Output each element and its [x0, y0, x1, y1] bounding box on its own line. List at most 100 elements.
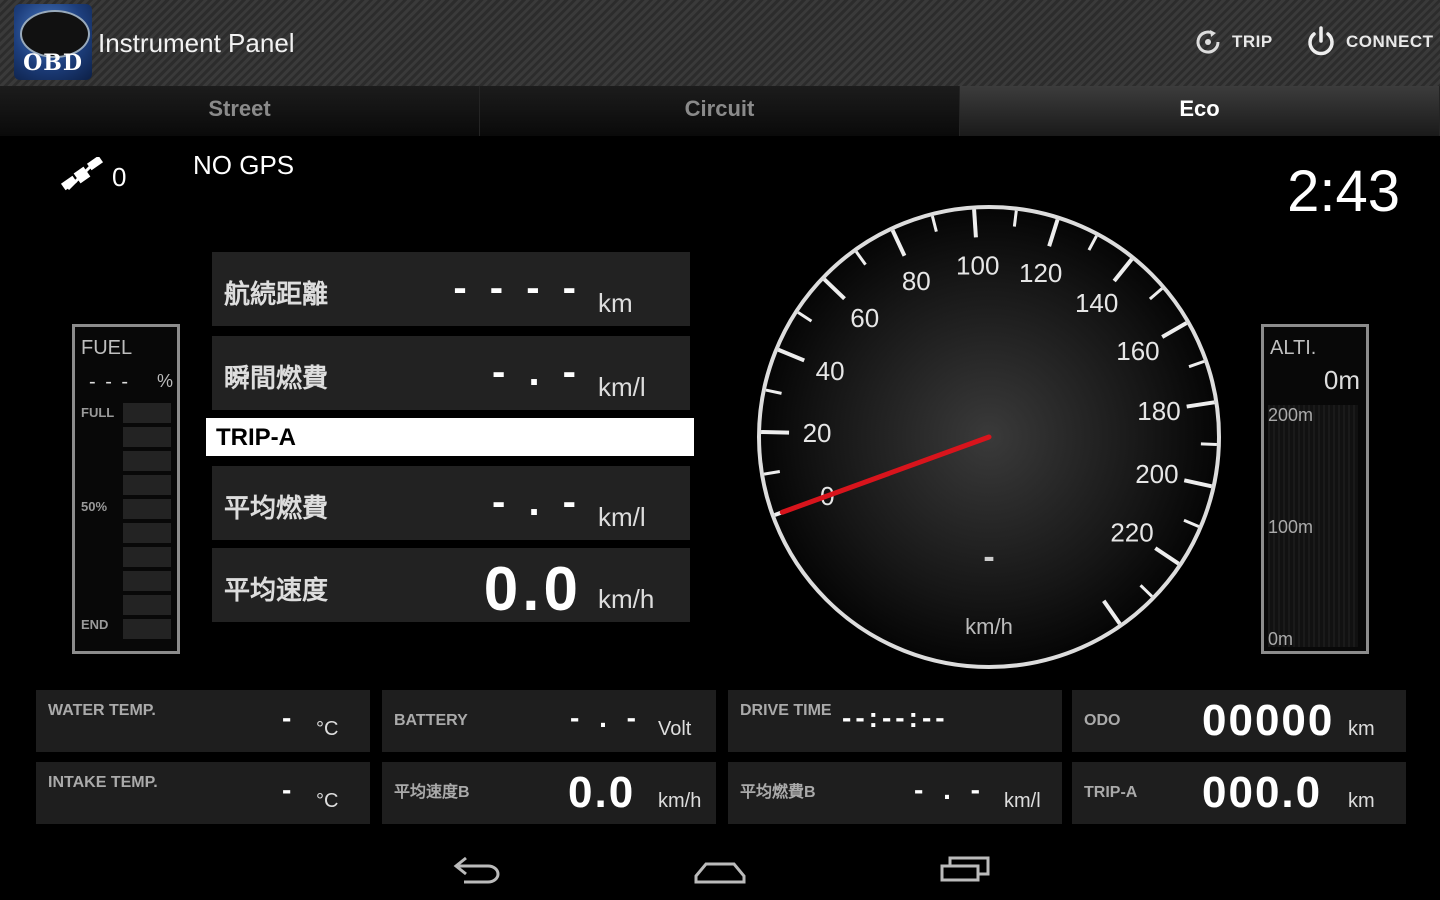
- cell-value: --:--:--: [842, 702, 949, 733]
- cell-label: INTAKE TEMP.: [48, 774, 158, 791]
- alti-tick: 0m: [1268, 629, 1294, 649]
- cell-unit: km/h: [658, 790, 702, 812]
- info-unit: km/h: [598, 584, 655, 614]
- clock: 2:43: [1287, 159, 1400, 224]
- info-value: 0.0: [483, 555, 582, 624]
- recents-icon[interactable]: [938, 846, 994, 890]
- tab-circuit[interactable]: Circuit: [480, 86, 960, 136]
- fuel-segment: [123, 499, 171, 519]
- fuel-segment: [123, 427, 171, 447]
- speedometer-label: 60: [850, 303, 879, 333]
- speedometer-label: 220: [1110, 518, 1153, 548]
- cell-label: ODO: [1084, 712, 1121, 729]
- cell-unit: Volt: [658, 718, 692, 740]
- trip-a-header: TRIP-A: [206, 418, 694, 456]
- info-row-instant-fuel: 瞬間燃費 - . - km/l: [212, 336, 690, 410]
- info-unit: km: [598, 288, 633, 318]
- tab-street[interactable]: Street: [0, 86, 480, 136]
- fuel-segment: [123, 475, 171, 495]
- speed-unit: km/h: [965, 614, 1013, 639]
- fuel-segment: [123, 403, 171, 423]
- obd-app-icon[interactable]: OBD: [14, 4, 92, 80]
- trip-a-cell: TRIP-A 000.0 km: [1072, 762, 1406, 824]
- info-value: - . -: [492, 480, 582, 524]
- navigation-bar: [0, 836, 1440, 900]
- speedometer-label: 80: [902, 266, 931, 296]
- trip-button[interactable]: TRIP: [1192, 22, 1273, 62]
- connect-button[interactable]: CONNECT: [1304, 22, 1434, 62]
- fuel-full-label: FULL: [81, 405, 115, 420]
- intake-temp-cell: INTAKE TEMP. - °C: [36, 762, 370, 824]
- speedometer-label: 180: [1137, 396, 1180, 426]
- speedometer-label: 100: [956, 250, 999, 280]
- gps-status: NO GPS: [193, 150, 295, 180]
- info-row-avg-fuel: 平均燃費 - . - km/l: [212, 466, 690, 540]
- satellite-icon: [60, 157, 104, 191]
- cell-unit: °C: [316, 718, 339, 740]
- cell-value: -: [282, 774, 298, 805]
- fuel-value: - - -: [89, 371, 131, 393]
- speedometer-label: 40: [816, 356, 845, 386]
- fuel-end-label: END: [81, 617, 109, 632]
- cell-label: 平均燃費B: [740, 784, 816, 801]
- fuel-segment: [123, 571, 171, 591]
- mode-tabs: Street Circuit Eco: [0, 86, 1440, 136]
- speedometer-label: 200: [1135, 459, 1178, 489]
- fuel-segment: [123, 619, 171, 639]
- speedometer-tick: [761, 430, 790, 435]
- info-label: 航続距離: [224, 279, 329, 309]
- fuel-gauge: FUEL - - - % FULL 50% END: [72, 324, 180, 654]
- cell-value: - . -: [914, 774, 986, 805]
- app-title: Instrument Panel: [98, 28, 295, 58]
- info-label: 瞬間燃費: [224, 363, 329, 393]
- altitude-gauge: ALTI. 0m 200m 100m 0m: [1261, 324, 1369, 654]
- alti-tick: 100m: [1268, 517, 1314, 537]
- cell-value: -: [282, 702, 298, 733]
- app-icon-text: OBD: [23, 50, 83, 76]
- fuel-segment: [123, 451, 171, 471]
- alti-label: ALTI.: [1270, 337, 1317, 359]
- speedometer-tick: [1012, 210, 1018, 227]
- info-unit: km/l: [598, 502, 646, 532]
- connect-button-label: CONNECT: [1346, 32, 1434, 51]
- cell-value: - . -: [570, 702, 642, 733]
- battery-cell: BATTERY - . - Volt: [382, 690, 716, 752]
- fuel-segment: [123, 547, 171, 567]
- tab-eco[interactable]: Eco: [960, 86, 1440, 136]
- speed-readout: -: [983, 538, 994, 576]
- fuel-unit: %: [157, 371, 174, 391]
- cell-label: BATTERY: [394, 712, 468, 729]
- fuel-segment: [123, 523, 171, 543]
- speedometer-label: 140: [1075, 288, 1118, 318]
- cell-value: 000.0: [1202, 768, 1323, 817]
- reset-icon: [1196, 30, 1220, 54]
- cell-unit: km: [1348, 790, 1375, 812]
- avg-fuel-b-cell: 平均燃費B - . - km/l: [728, 762, 1062, 824]
- cell-value: 00000: [1202, 696, 1335, 745]
- info-value: - - - -: [453, 266, 582, 310]
- info-row-avg-speed: 平均速度 0.0 km/h: [212, 548, 690, 624]
- info-value: - . -: [492, 350, 582, 394]
- drive-time-cell: DRIVE TIME --:--:--: [728, 690, 1062, 752]
- fuel-segment: [123, 595, 171, 615]
- speedometer-label: 160: [1116, 336, 1159, 366]
- cell-unit: km/l: [1004, 790, 1041, 812]
- home-icon[interactable]: [692, 846, 748, 890]
- alti-value: 0m: [1323, 365, 1360, 395]
- action-bar: OBD Instrument Panel TRIP CONNECT: [0, 0, 1440, 86]
- info-label: 平均燃費: [224, 493, 329, 523]
- cell-unit: °C: [316, 790, 339, 812]
- cell-label: WATER TEMP.: [48, 702, 156, 719]
- alti-tick: 200m: [1268, 405, 1314, 425]
- back-icon[interactable]: [450, 846, 504, 890]
- info-label: 平均速度: [224, 575, 329, 605]
- speedometer: 020406080100120140160180200220 - km/h: [757, 205, 1221, 669]
- cell-label: 平均速度B: [394, 784, 470, 801]
- avg-speed-b-cell: 平均速度B 0.0 km/h: [382, 762, 716, 824]
- info-row-range: 航続距離 - - - - km: [212, 252, 690, 326]
- cell-unit: km: [1348, 718, 1375, 740]
- trip-button-label: TRIP: [1232, 32, 1273, 51]
- cell-value: 0.0: [568, 768, 636, 817]
- speedometer-label: 120: [1019, 258, 1062, 288]
- speedometer-tick: [1200, 442, 1217, 446]
